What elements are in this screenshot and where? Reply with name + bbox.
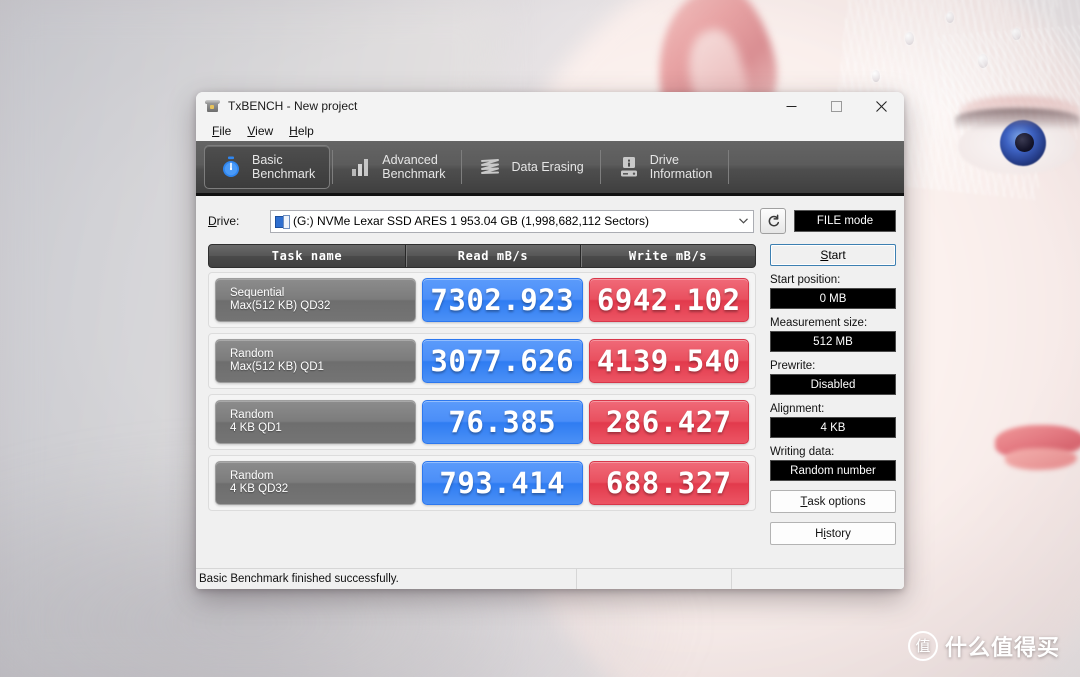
table-row: Random Max(512 KB) QD1 3077.626 4139.540 [208,333,756,389]
tab-divider [332,150,334,184]
maximize-icon[interactable] [814,92,859,120]
tab-label-advanced-benchmark: Advanced Benchmark [382,153,446,181]
task-line-1: Random [230,409,274,421]
tab-label-basic-benchmark: Basic Benchmark [252,153,316,181]
task-button-random-4kb-qd32[interactable]: Random 4 KB QD32 [215,461,416,505]
table-row: Random 4 KB QD32 793.414 688.327 [208,455,756,511]
read-value: 7302.923 [422,278,583,322]
write-value: 6942.102 [588,278,749,322]
bar-chart-icon [349,155,373,179]
tab-basic-benchmark[interactable]: Basic Benchmark [204,145,331,189]
task-button-random-4kb-qd1[interactable]: Random 4 KB QD1 [215,400,416,444]
read-value: 3077.626 [422,339,583,383]
task-line-2: Max(512 KB) QD32 [230,300,331,312]
window-body: Drive: (G:) NVMe Lexar SSD ARES 1 953.04… [196,196,904,589]
task-options-button[interactable]: Task options [770,490,896,513]
label-writing-data: Writing data: [770,446,835,458]
window-controls [769,92,904,120]
options-panel: Start Start position: 0 MB Measurement s… [756,244,896,562]
write-value: 688.327 [588,461,749,505]
drive-selector-row: Drive: (G:) NVMe Lexar SSD ARES 1 953.04… [196,206,904,236]
watermark: 值 什么值得买 [908,630,1060,662]
watermark-logo: 值 [908,631,938,661]
txbench-icon [204,98,221,114]
read-value: 76.385 [422,400,583,444]
tab-strip: Basic Benchmark Advanced Benchmark Data … [196,141,904,196]
tab-data-erasing[interactable]: Data Erasing [464,146,597,188]
task-line-2: Max(512 KB) QD1 [230,361,324,373]
table-row: Random 4 KB QD1 76.385 286.427 [208,394,756,450]
title-bar: TxBENCH - New project [196,92,904,121]
minimize-icon[interactable] [769,92,814,120]
task-line-1: Sequential [230,287,285,299]
status-bar: Basic Benchmark finished successfully. [196,568,904,589]
results-header: Task name Read mB/s Write mB/s [208,244,756,268]
tab-divider [599,150,601,184]
tab-label-drive-information: Drive Information [649,153,713,181]
results-panel: Task name Read mB/s Write mB/s Sequentia… [208,244,756,562]
value-alignment[interactable]: 4 KB [770,417,896,438]
menu-item-help[interactable]: Help [281,123,322,139]
drive-info-icon [617,155,641,179]
task-line-2: 4 KB QD32 [230,483,289,495]
label-prewrite: Prewrite: [770,360,816,372]
value-prewrite[interactable]: Disabled [770,374,896,395]
label-alignment: Alignment: [770,403,825,415]
menu-label-help: elp [297,124,314,138]
chevron-down-icon[interactable] [735,218,751,224]
results-rows: Sequential Max(512 KB) QD32 7302.923 694… [208,272,756,511]
menu-item-file[interactable]: File [204,123,239,139]
start-button[interactable]: Start [770,244,896,266]
file-mode-button[interactable]: FILE mode [794,210,896,232]
status-cell-3 [731,569,904,589]
tab-divider [461,150,463,184]
refresh-button[interactable] [760,208,786,234]
menu-bar: File View Help [196,121,904,141]
task-line-1: Random [230,348,274,360]
task-button-random-max-qd1[interactable]: Random Max(512 KB) QD1 [215,339,416,383]
column-header-task-name: Task name [271,249,343,263]
menu-item-view[interactable]: View [239,123,281,139]
menu-label-file: ile [219,124,232,138]
stopwatch-icon [219,155,243,179]
column-header-write: Write mB/s [580,245,755,267]
main-content: Task name Read mB/s Write mB/s Sequentia… [196,236,904,562]
tab-advanced-benchmark[interactable]: Advanced Benchmark [335,146,459,188]
watermark-text: 什么值得买 [945,636,1061,661]
close-icon[interactable] [859,92,904,120]
label-start-position: Start position: [770,274,841,286]
tab-label-data-erasing: Data Erasing [511,160,584,174]
eraser-icon [478,155,502,179]
read-value: 793.414 [422,461,583,505]
history-button[interactable]: Hi story [770,522,896,545]
drive-select[interactable]: (G:) NVMe Lexar SSD ARES 1 953.04 GB (1,… [270,209,754,233]
write-value: 4139.540 [588,339,749,383]
status-cell-2 [576,569,731,589]
value-writing-data[interactable]: Random number [770,460,896,481]
txbench-window: TxBENCH - New project File View Help Bas… [196,92,904,589]
hard-drive-icon [275,215,290,229]
status-message: Basic Benchmark finished successfully. [199,573,399,585]
refresh-icon [768,214,779,226]
column-header-read: Read mB/s [405,245,580,267]
value-measurement-size[interactable]: 512 MB [770,331,896,352]
tab-divider [728,150,730,184]
value-start-position[interactable]: 0 MB [770,288,896,309]
menu-label-view: iew [255,124,274,138]
label-measurement-size: Measurement size: [770,317,868,329]
table-row: Sequential Max(512 KB) QD32 7302.923 694… [208,272,756,328]
drive-selected-value: (G:) NVMe Lexar SSD ARES 1 953.04 GB (1,… [293,214,649,228]
drive-label: Drive: [208,214,240,228]
task-line-2: 4 KB QD1 [230,422,282,434]
task-line-1: Random [230,470,274,482]
write-value: 286.427 [588,400,749,444]
tab-drive-information[interactable]: Drive Information [603,146,727,188]
window-title: TxBENCH - New project [228,99,358,113]
task-button-sequential-qd32[interactable]: Sequential Max(512 KB) QD32 [215,278,416,322]
